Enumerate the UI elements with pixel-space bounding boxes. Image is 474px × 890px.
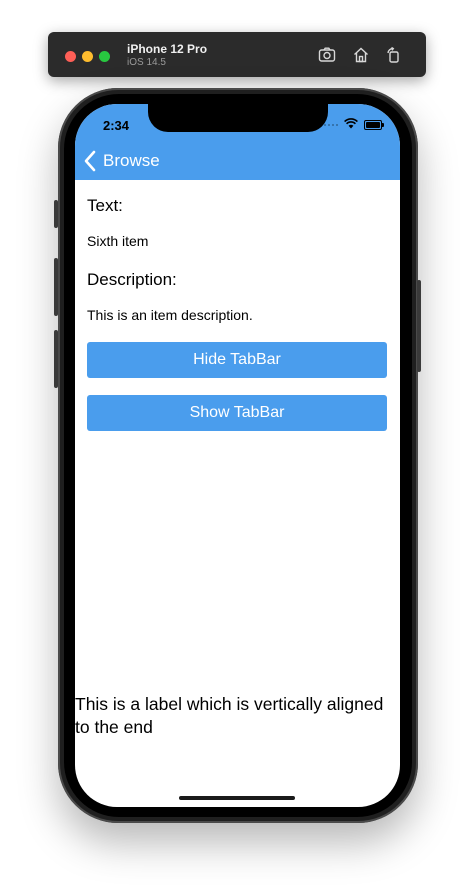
hide-tabbar-button[interactable]: Hide TabBar	[87, 342, 387, 378]
rotate-icon[interactable]	[385, 46, 403, 64]
chevron-left-icon	[83, 150, 97, 172]
silent-switch	[54, 200, 58, 228]
navigation-header: 2:34 Browse	[75, 104, 400, 180]
description-heading: Description:	[87, 270, 177, 289]
cellular-signal-icon	[324, 124, 338, 126]
close-window-button[interactable]	[65, 51, 76, 62]
notch	[148, 104, 328, 132]
text-heading: Text:	[87, 196, 123, 215]
description-value: This is an item description.	[87, 307, 253, 323]
text-value: Sixth item	[87, 233, 149, 249]
zoom-window-button[interactable]	[99, 51, 110, 62]
status-time: 2:34	[103, 118, 130, 133]
device-screen: 2:34 Browse Text: Sixth item Description…	[75, 104, 400, 807]
simulator-title-bar: iPhone 12 Pro iOS 14.5	[48, 32, 426, 77]
volume-down-button	[54, 330, 58, 388]
bottom-aligned-label: This is a label which is vertically alig…	[75, 694, 384, 737]
wifi-icon	[344, 116, 358, 134]
back-button[interactable]: Browse	[83, 148, 160, 174]
status-indicators	[324, 116, 384, 134]
volume-up-button	[54, 258, 58, 316]
screenshot-icon[interactable]	[318, 46, 336, 64]
minimize-window-button[interactable]	[82, 51, 93, 62]
back-button-label: Browse	[103, 151, 160, 170]
home-icon[interactable]	[352, 46, 370, 64]
power-button	[417, 280, 421, 372]
simulator-os-version: iOS 14.5	[127, 57, 166, 68]
simulator-device-name: iPhone 12 Pro	[127, 42, 208, 56]
battery-icon	[364, 120, 384, 130]
show-tabbar-button[interactable]: Show TabBar	[87, 395, 387, 431]
home-indicator[interactable]	[179, 796, 295, 800]
